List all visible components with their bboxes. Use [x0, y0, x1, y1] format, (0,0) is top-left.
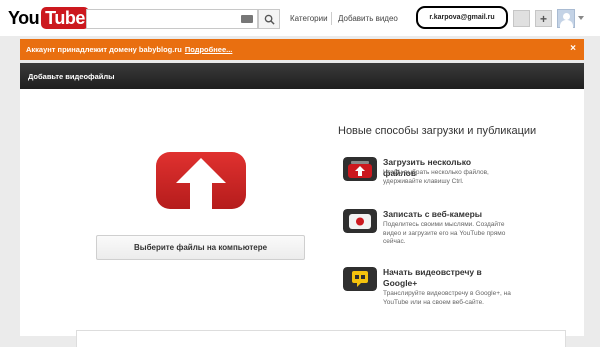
plus-icon: +: [539, 11, 547, 26]
top-header: You Tube Категории Добавить видео r.karp…: [0, 0, 600, 36]
close-icon[interactable]: ×: [570, 43, 576, 54]
options-title: Новые способы загрузки и публикации: [338, 125, 537, 137]
upload-arrow-icon[interactable]: [156, 152, 246, 209]
option-description: Транслируйте видеовстречу в Google+, на …: [383, 290, 511, 306]
avatar[interactable]: [557, 9, 575, 28]
logo-tube-text: Tube: [41, 7, 89, 29]
bottom-panel: [76, 330, 566, 347]
nav-categories-link[interactable]: Категории: [290, 14, 328, 23]
hangout-icon: [343, 267, 377, 291]
chevron-down-icon[interactable]: [578, 16, 584, 20]
notifications-button[interactable]: [513, 10, 530, 27]
account-email[interactable]: r.karpova@gmail.ru: [416, 6, 508, 29]
nav-divider: [331, 12, 332, 25]
webcam-icon: [343, 209, 377, 233]
upload-card: Выберите файлы на компьютере Новые спосо…: [20, 89, 584, 336]
domain-banner: Аккаунт принадлежит домену babyblog.ru П…: [20, 39, 584, 60]
search-icon: [264, 14, 275, 25]
option-description: Чтобы выбрать несколько файлов, удержива…: [383, 169, 489, 185]
search-button[interactable]: [258, 9, 280, 29]
avatar-body-icon: [560, 20, 573, 28]
upload-toolbar: Добавьте видеофайлы: [20, 63, 584, 89]
logo-you-text: You: [8, 7, 40, 28]
option-description: Поделитесь своими мыслями. Создайте виде…: [383, 221, 506, 245]
avatar-head-icon: [563, 13, 570, 20]
add-button[interactable]: +: [535, 10, 552, 27]
nav-upload-link[interactable]: Добавить видео: [338, 14, 398, 23]
select-files-button[interactable]: Выберите файлы на компьютере: [96, 235, 305, 260]
account-email-text: r.karpova@gmail.ru: [429, 14, 495, 21]
banner-text: Аккаунт принадлежит домену babyblog.ru: [26, 45, 182, 54]
multi-upload-icon: [343, 157, 377, 181]
option-title: Начать видеовстречу в Google+: [383, 267, 482, 288]
option-title: Записать с веб-камеры: [383, 209, 483, 219]
youtube-logo[interactable]: You Tube: [8, 6, 89, 30]
banner-more-link[interactable]: Подробнее...: [185, 45, 233, 54]
page-title: Добавьте видеофайлы: [28, 71, 115, 81]
select-files-label: Выберите файлы на компьютере: [133, 243, 268, 252]
keyboard-icon[interactable]: [241, 15, 253, 23]
page: You Tube Категории Добавить видео r.karp…: [0, 0, 600, 347]
search-input[interactable]: [86, 9, 258, 29]
